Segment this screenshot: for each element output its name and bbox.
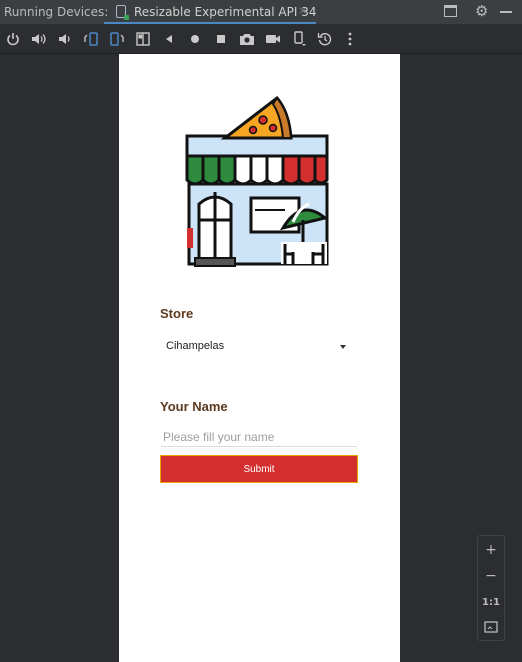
name-input[interactable] (161, 427, 357, 447)
submit-button[interactable]: Submit (160, 455, 358, 483)
device-icon (116, 5, 129, 20)
overview-icon[interactable] (212, 30, 230, 48)
window-layout-icon[interactable] (444, 5, 457, 17)
zoom-controls: + − 1:1 (477, 535, 505, 641)
actual-size-button[interactable]: 1:1 (478, 590, 504, 614)
store-dropdown[interactable]: Cihampelas (160, 334, 358, 358)
home-icon[interactable] (186, 30, 204, 48)
minimize-icon[interactable] (500, 11, 512, 13)
name-label: Your Name (160, 399, 228, 414)
pizza-store-logo (185, 95, 329, 267)
zoom-out-button[interactable]: − (478, 564, 504, 588)
screenshot-icon[interactable] (238, 30, 256, 48)
device-frame-icon[interactable] (291, 30, 309, 48)
gear-icon[interactable]: ⚙ (475, 2, 488, 20)
store-label: Store (160, 306, 194, 321)
volume-up-icon[interactable] (30, 30, 48, 48)
fold-icon[interactable] (134, 30, 152, 48)
tab-label: Resizable Experimental API 34 (134, 5, 317, 19)
emulator-toolbar (0, 24, 522, 54)
zoom-in-button[interactable]: + (478, 538, 504, 562)
store-selected-value: Cihampelas (166, 340, 225, 352)
rotate-left-icon[interactable] (82, 30, 100, 48)
close-tab-icon[interactable]: × (298, 4, 307, 17)
back-icon[interactable] (160, 30, 178, 48)
tab-resizable-device[interactable]: Resizable Experimental API 34 × (104, 0, 316, 24)
restore-snapshot-icon[interactable] (316, 30, 334, 48)
fit-screen-icon[interactable] (478, 615, 504, 639)
more-options-icon[interactable] (341, 30, 359, 48)
rotate-right-icon[interactable] (108, 30, 126, 48)
power-icon[interactable] (4, 30, 22, 48)
dropdown-arrow-icon (340, 345, 346, 349)
volume-down-icon[interactable] (56, 30, 74, 48)
device-screen: Store Cihampelas Your Name Submit (119, 54, 400, 662)
running-devices-bar: Running Devices: Resizable Experimental … (0, 0, 522, 24)
screen-record-icon[interactable] (264, 30, 282, 48)
panel-title: Running Devices: (4, 5, 109, 19)
